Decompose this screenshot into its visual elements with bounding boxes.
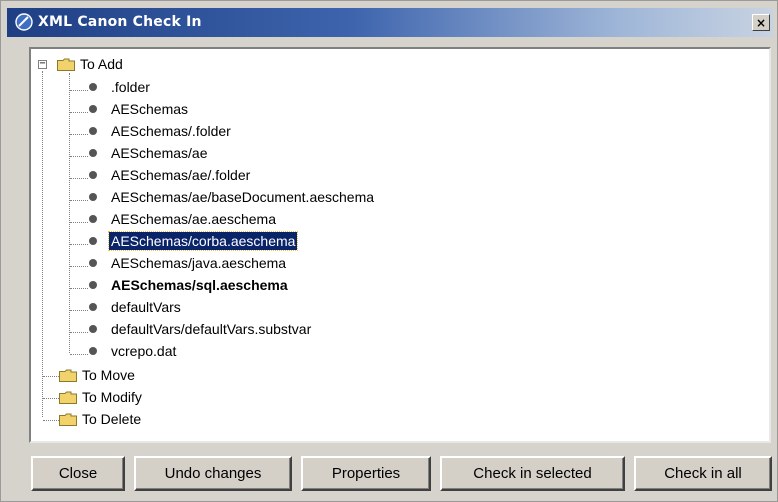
tree-item-label: defaultVars: [111, 299, 181, 315]
tree-item-label: AESchemas/ae/baseDocument.aeschema: [111, 189, 375, 205]
tree-group-label: To Delete: [82, 411, 142, 427]
title-bar[interactable]: XML Canon Check In ×: [7, 8, 773, 37]
tree-branch-line: [70, 112, 88, 113]
tree-item[interactable]: defaultVars/defaultVars.substvar: [89, 319, 313, 339]
tree-branch-line: [43, 376, 59, 377]
tree-group-to-move[interactable]: To Move: [59, 365, 137, 385]
tree-group-to-add[interactable]: To Add: [57, 54, 125, 74]
tree-branch-line: [70, 156, 88, 157]
bullet-icon: [89, 127, 97, 135]
tree-item-label: AESchemas/ae/.folder: [111, 167, 251, 183]
undo-changes-button[interactable]: Undo changes: [134, 456, 292, 491]
tree-group-label: To Modify: [82, 389, 142, 405]
folder-icon: [59, 369, 77, 382]
bullet-icon: [89, 105, 97, 113]
tree-item-label: AESchemas/sql.aeschema: [111, 277, 288, 293]
bullet-icon: [89, 325, 97, 333]
tree-branch-line: [70, 266, 88, 267]
bullet-icon: [89, 347, 97, 355]
bullet-icon: [89, 303, 97, 311]
tree-item[interactable]: AESchemas/java.aeschema: [89, 253, 288, 273]
tree-item-label: AESchemas: [111, 101, 189, 117]
bullet-icon: [89, 193, 97, 201]
tree-branch-line: [70, 332, 88, 333]
bullet-icon: [89, 149, 97, 157]
folder-icon: [59, 391, 77, 404]
tree-branch-line: [43, 398, 59, 399]
bullet-icon: [89, 171, 97, 179]
tree-item[interactable]: AESchemas/ae: [89, 143, 210, 163]
tree-branch-line: [43, 420, 59, 421]
bullet-icon: [89, 281, 97, 289]
file-tree[interactable]: − To Add .folder AESchemas AESchemas/.fo…: [29, 47, 771, 443]
tree-item[interactable]: AESchemas/ae/baseDocument.aeschema: [89, 187, 376, 207]
tree-item-selected[interactable]: AESchemas/corba.aeschema: [89, 231, 299, 251]
tree-group-label: To Move: [82, 367, 135, 383]
properties-button[interactable]: Properties: [301, 456, 431, 491]
tree-branch-line: [70, 200, 88, 201]
tree-item-label: AESchemas/.folder: [111, 123, 231, 139]
tree-item[interactable]: defaultVars: [89, 297, 183, 317]
tree-item-label: AESchemas/ae.aeschema: [111, 211, 276, 227]
tree-item[interactable]: AESchemas: [89, 99, 190, 119]
tree-child-line: [69, 73, 70, 353]
bullet-icon: [89, 259, 97, 267]
tree-item-label: .folder: [111, 79, 150, 95]
tree-branch-line: [70, 244, 88, 245]
dialog-window: XML Canon Check In × − To Add .folder AE…: [0, 0, 778, 502]
bullet-icon: [89, 237, 97, 245]
tree-item-label: AESchemas/corba.aeschema: [107, 231, 299, 251]
tree-group-label: To Add: [80, 56, 123, 72]
tree-item-label: AESchemas/java.aeschema: [111, 255, 287, 271]
close-button[interactable]: Close: [31, 456, 125, 491]
folder-icon: [59, 413, 77, 426]
app-icon: [15, 13, 33, 31]
tree-group-to-delete[interactable]: To Delete: [59, 409, 143, 429]
tree-branch-line: [70, 90, 88, 91]
tree-root-line: [42, 71, 43, 417]
tree-item[interactable]: .folder: [89, 77, 152, 97]
tree-branch-line: [70, 310, 88, 311]
tree-item[interactable]: AESchemas/ae/.folder: [89, 165, 252, 185]
window-title: XML Canon Check In: [38, 14, 202, 30]
tree-branch-line: [70, 222, 88, 223]
tree-item[interactable]: vcrepo.dat: [89, 341, 178, 361]
check-in-selected-button[interactable]: Check in selected: [440, 456, 625, 491]
tree-item-label: defaultVars/defaultVars.substvar: [111, 321, 312, 337]
check-in-all-button[interactable]: Check in all: [634, 456, 772, 491]
tree-branch-line: [70, 288, 88, 289]
tree-group-to-modify[interactable]: To Modify: [59, 387, 144, 407]
tree-item-label: vcrepo.dat: [111, 343, 177, 359]
tree-item[interactable]: AESchemas/ae.aeschema: [89, 209, 278, 229]
tree-branch-line: [70, 134, 88, 135]
window-close-button[interactable]: ×: [752, 14, 770, 31]
bullet-icon: [89, 215, 97, 223]
tree-item-label: AESchemas/ae: [111, 145, 208, 161]
tree-branch-line: [70, 354, 88, 355]
tree-branch-line: [70, 178, 88, 179]
folder-icon: [57, 58, 75, 71]
tree-item[interactable]: AESchemas/.folder: [89, 121, 233, 141]
bullet-icon: [89, 83, 97, 91]
collapse-toggle[interactable]: −: [38, 59, 47, 69]
tree-item-bold[interactable]: AESchemas/sql.aeschema: [89, 275, 290, 295]
